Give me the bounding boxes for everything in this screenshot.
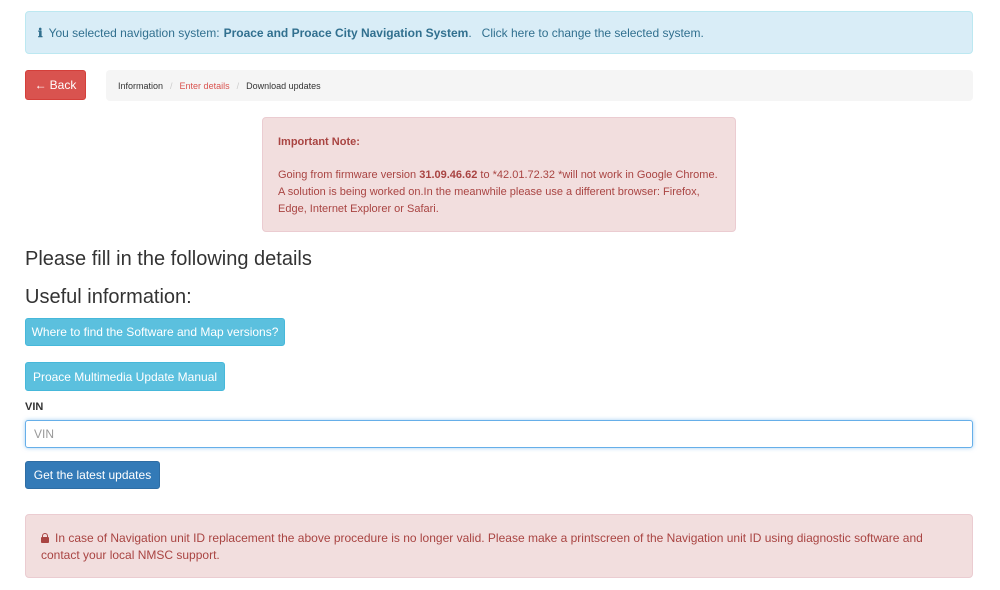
vin-input[interactable] [25,420,973,448]
info-icon: ℹ [38,25,43,40]
breadcrumb-separator: / [236,80,240,91]
back-button[interactable]: ← Back [25,70,86,100]
breadcrumb: Information / Enter details / Download u… [106,70,973,101]
important-note-text: Going from firmware version 31.09.46.62 … [278,167,720,218]
id-replacement-text: In case of Navigation unit ID replacemen… [41,531,923,562]
important-note-title: Important Note: [278,136,360,148]
back-button-label: Back [49,78,77,92]
get-latest-updates-button[interactable]: Get the latest updates [25,461,160,489]
breadcrumb-enter-details: Enter details [179,80,230,91]
note-firmware-version: 31.09.46.62 [419,169,478,181]
update-manual-button[interactable]: Proace Multimedia Update Manual [25,362,225,391]
useful-info-heading: Useful information: [25,286,192,308]
selected-system-name: Proace and Proace City Navigation System [223,25,469,40]
note-text-before: Going from firmware version [278,169,420,181]
where-to-find-versions-button[interactable]: Where to find the Software and Map versi… [25,318,285,346]
selected-system-alert: ℹ You selected navigation system: Proace… [25,11,973,54]
arrow-left-icon: ← [34,78,47,92]
breadcrumb-separator: / [170,80,173,91]
breadcrumb-information[interactable]: Information [118,81,163,91]
fill-details-heading: Please fill in the following details [25,248,312,270]
id-replacement-alert: In case of Navigation unit ID replacemen… [25,514,973,578]
vin-label: VIN [25,401,44,413]
important-note: Important Note: Going from firmware vers… [262,117,736,232]
breadcrumb-download-updates: Download updates [246,80,321,91]
selected-system-prefix: You selected navigation system: [48,25,220,40]
lock-icon [41,533,49,543]
selected-system-suffix: . [468,25,472,40]
change-system-link[interactable]: Click here to change the selected system… [482,26,704,40]
